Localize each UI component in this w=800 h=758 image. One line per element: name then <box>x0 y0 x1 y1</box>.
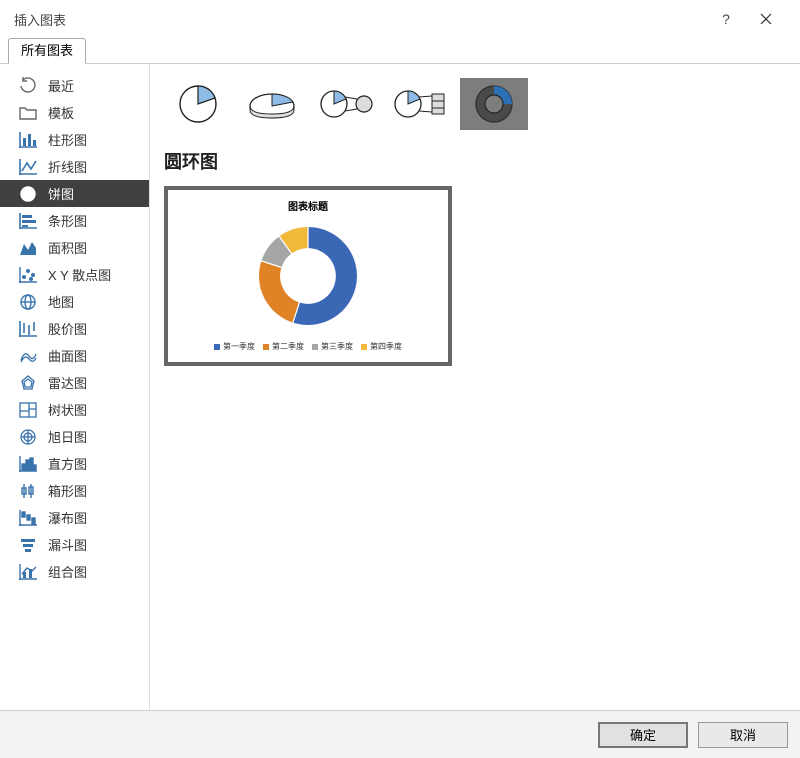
subtype-pie-of-pie[interactable] <box>312 78 380 130</box>
dialog-footer: 确定 取消 <box>0 710 800 758</box>
sidebar-item-radar[interactable]: 雷达图 <box>0 369 149 396</box>
legend-item: 第二季度 <box>263 341 304 352</box>
close-button[interactable] <box>746 0 786 38</box>
main-panel: 圆环图 图表标题 第一季度第二季度第三季度第四季度 <box>150 64 800 710</box>
folder-icon <box>18 103 38 123</box>
sidebar-item-sunburst[interactable]: 旭日图 <box>0 423 149 450</box>
sidebar-item-label: 曲面图 <box>48 346 149 365</box>
titlebar: 插入图表 ? <box>0 0 800 38</box>
sidebar-item-waterfall[interactable]: 瀑布图 <box>0 504 149 531</box>
chart-category-sidebar: 最近 模板 柱形图 折线图 饼图 <box>0 64 150 710</box>
window-title: 插入图表 <box>14 10 706 29</box>
sidebar-item-label: 饼图 <box>48 184 149 203</box>
sidebar-item-funnel[interactable]: 漏斗图 <box>0 531 149 558</box>
subtype-doughnut[interactable] <box>460 78 528 130</box>
subtype-pie[interactable] <box>164 78 232 130</box>
sidebar-item-label: 股价图 <box>48 319 149 338</box>
treemap-icon <box>18 400 38 420</box>
sunburst-icon <box>18 427 38 447</box>
sidebar-item-label: 柱形图 <box>48 130 149 149</box>
sidebar-item-label: 树状图 <box>48 400 149 419</box>
sidebar-item-pie[interactable]: 饼图 <box>0 180 149 207</box>
tab-strip: 所有图表 <box>0 38 800 64</box>
sidebar-item-map[interactable]: 地图 <box>0 288 149 315</box>
funnel-icon <box>18 535 38 555</box>
chart-preview[interactable]: 图表标题 第一季度第二季度第三季度第四季度 <box>164 186 452 366</box>
sidebar-item-label: 雷达图 <box>48 373 149 392</box>
line-chart-icon <box>18 157 38 177</box>
legend-item: 第一季度 <box>214 341 255 352</box>
pie-subtype-row <box>164 78 786 130</box>
box-plot-icon <box>18 481 38 501</box>
sidebar-item-label: X Y 散点图 <box>48 265 149 284</box>
combo-chart-icon <box>18 562 38 582</box>
recent-icon <box>18 76 38 96</box>
waterfall-icon <box>18 508 38 528</box>
dialog-content: 最近 模板 柱形图 折线图 饼图 <box>0 64 800 710</box>
sidebar-item-label: 瀑布图 <box>48 508 149 527</box>
sidebar-item-combo[interactable]: 组合图 <box>0 558 149 585</box>
sidebar-item-area[interactable]: 面积图 <box>0 234 149 261</box>
histogram-icon <box>18 454 38 474</box>
sidebar-item-label: 最近 <box>48 76 149 95</box>
scatter-chart-icon <box>18 265 38 285</box>
sidebar-item-label: 直方图 <box>48 454 149 473</box>
sidebar-item-tree[interactable]: 树状图 <box>0 396 149 423</box>
tab-all-charts[interactable]: 所有图表 <box>8 38 86 64</box>
legend-item: 第三季度 <box>312 341 353 352</box>
sidebar-item-label: 条形图 <box>48 211 149 230</box>
stock-chart-icon <box>18 319 38 339</box>
map-icon <box>18 292 38 312</box>
sidebar-item-label: 漏斗图 <box>48 535 149 554</box>
sidebar-item-stock[interactable]: 股价图 <box>0 315 149 342</box>
sidebar-item-template[interactable]: 模板 <box>0 99 149 126</box>
ok-button[interactable]: 确定 <box>598 722 688 748</box>
sidebar-item-scatter[interactable]: X Y 散点图 <box>0 261 149 288</box>
donut-chart <box>178 217 438 335</box>
section-title: 圆环图 <box>164 148 786 174</box>
sidebar-item-box[interactable]: 箱形图 <box>0 477 149 504</box>
surface-chart-icon <box>18 346 38 366</box>
sidebar-item-label: 折线图 <box>48 157 149 176</box>
sidebar-item-label: 组合图 <box>48 562 149 581</box>
pie-chart-icon <box>18 184 38 204</box>
area-chart-icon <box>18 238 38 258</box>
sidebar-item-histogram[interactable]: 直方图 <box>0 450 149 477</box>
radar-chart-icon <box>18 373 38 393</box>
cancel-button[interactable]: 取消 <box>698 722 788 748</box>
sidebar-item-recent[interactable]: 最近 <box>0 72 149 99</box>
sidebar-item-label: 箱形图 <box>48 481 149 500</box>
legend-item: 第四季度 <box>361 341 402 352</box>
bar-chart-icon <box>18 211 38 231</box>
sidebar-item-label: 旭日图 <box>48 427 149 446</box>
help-button[interactable]: ? <box>706 0 746 38</box>
sidebar-item-label: 面积图 <box>48 238 149 257</box>
subtype-bar-of-pie[interactable] <box>386 78 454 130</box>
sidebar-item-line[interactable]: 折线图 <box>0 153 149 180</box>
sidebar-item-column[interactable]: 柱形图 <box>0 126 149 153</box>
sidebar-item-label: 地图 <box>48 292 149 311</box>
subtype-3d-pie[interactable] <box>238 78 306 130</box>
sidebar-item-label: 模板 <box>48 103 149 122</box>
preview-chart-title: 图表标题 <box>178 198 438 213</box>
column-chart-icon <box>18 130 38 150</box>
sidebar-item-surface[interactable]: 曲面图 <box>0 342 149 369</box>
sidebar-item-bar[interactable]: 条形图 <box>0 207 149 234</box>
chart-legend: 第一季度第二季度第三季度第四季度 <box>178 341 438 352</box>
